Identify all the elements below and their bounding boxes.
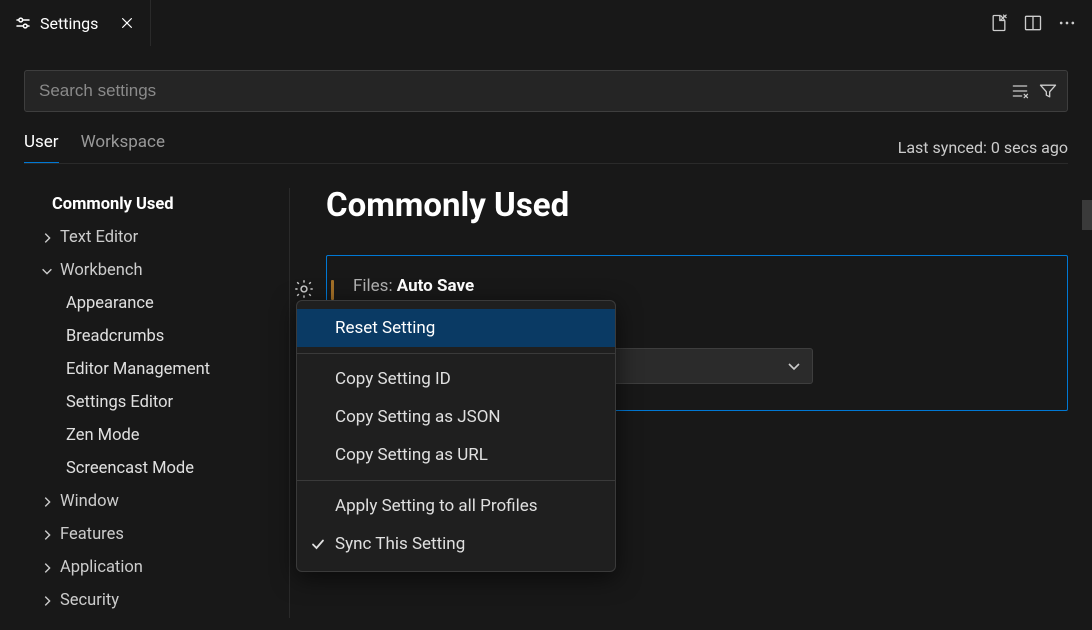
- tree-item-security[interactable]: Security: [24, 584, 289, 617]
- settings-sliders-icon: [14, 14, 32, 32]
- tree-item-breadcrumbs[interactable]: Breadcrumbs: [24, 320, 289, 353]
- gear-icon: [293, 278, 315, 300]
- search-wrap: [0, 46, 1092, 112]
- scope-tab-user[interactable]: User: [24, 132, 59, 163]
- menu-sync-this-setting[interactable]: Sync This Setting: [297, 525, 615, 563]
- sync-status: Last synced: 0 secs ago: [898, 138, 1068, 157]
- tree-item-editor-management[interactable]: Editor Management: [24, 353, 289, 386]
- chevron-down-icon: [38, 262, 56, 280]
- tab-bar-left: Settings: [0, 0, 151, 46]
- tree-item-zen-mode[interactable]: Zen Mode: [24, 419, 289, 452]
- menu-copy-setting-json[interactable]: Copy Setting as JSON: [297, 398, 615, 436]
- search-bar: [24, 70, 1068, 112]
- search-actions: [1009, 80, 1059, 102]
- setting-gear[interactable]: [293, 278, 315, 300]
- tree-item-appearance[interactable]: Appearance: [24, 287, 289, 320]
- tab-settings[interactable]: Settings: [0, 0, 151, 46]
- setting-title: Files: Auto Save: [353, 276, 1041, 296]
- scope-tab-workspace[interactable]: Workspace: [81, 132, 165, 163]
- setting-context-menu: Reset Setting Copy Setting ID Copy Setti…: [296, 300, 616, 572]
- more-actions-icon[interactable]: [1056, 12, 1078, 34]
- modified-indicator: [331, 280, 334, 300]
- chevron-right-icon: [38, 559, 56, 577]
- setting-category: Files:: [353, 276, 393, 296]
- menu-copy-setting-id[interactable]: Copy Setting ID: [297, 360, 615, 398]
- tree-item-screencast-mode[interactable]: Screencast Mode: [24, 452, 289, 485]
- divider: [24, 163, 1068, 164]
- tree-item-window[interactable]: Window: [24, 485, 289, 518]
- menu-apply-all-profiles[interactable]: Apply Setting to all Profiles: [297, 487, 615, 525]
- tree-item-text-editor[interactable]: Text Editor: [24, 221, 289, 254]
- settings-tree: Commonly Used Text Editor Workbench Appe…: [0, 188, 290, 618]
- tree-item-workbench[interactable]: Workbench: [24, 254, 289, 287]
- setting-name: Auto Save: [397, 276, 474, 296]
- tree-item-features[interactable]: Features: [24, 518, 289, 551]
- chevron-down-icon: [786, 358, 802, 374]
- split-editor-icon[interactable]: [1022, 12, 1044, 34]
- scrollbar-thumb[interactable]: [1082, 200, 1092, 230]
- close-icon[interactable]: [118, 14, 136, 32]
- menu-separator: [297, 353, 615, 354]
- chevron-right-icon: [38, 526, 56, 544]
- filter-icon[interactable]: [1037, 80, 1059, 102]
- content-heading: Commonly Used: [326, 186, 1068, 225]
- menu-separator: [297, 480, 615, 481]
- open-settings-json-icon[interactable]: [988, 12, 1010, 34]
- search-settings-input[interactable]: [39, 81, 1009, 101]
- tree-item-application[interactable]: Application: [24, 551, 289, 584]
- scope-tabs: User Workspace: [24, 132, 165, 163]
- chevron-right-icon: [38, 493, 56, 511]
- tree-item-settings-editor[interactable]: Settings Editor: [24, 386, 289, 419]
- editor-tab-bar: Settings: [0, 0, 1092, 46]
- check-icon: [309, 535, 327, 553]
- menu-copy-setting-url[interactable]: Copy Setting as URL: [297, 436, 615, 474]
- tab-title: Settings: [40, 14, 98, 33]
- menu-reset-setting[interactable]: Reset Setting: [297, 309, 615, 347]
- chevron-right-icon: [38, 592, 56, 610]
- clear-search-icon[interactable]: [1009, 80, 1031, 102]
- tree-item-commonly-used[interactable]: Commonly Used: [24, 188, 289, 221]
- chevron-right-icon: [38, 229, 56, 247]
- tab-bar-actions: [988, 12, 1092, 34]
- scope-row: User Workspace Last synced: 0 secs ago: [0, 112, 1092, 163]
